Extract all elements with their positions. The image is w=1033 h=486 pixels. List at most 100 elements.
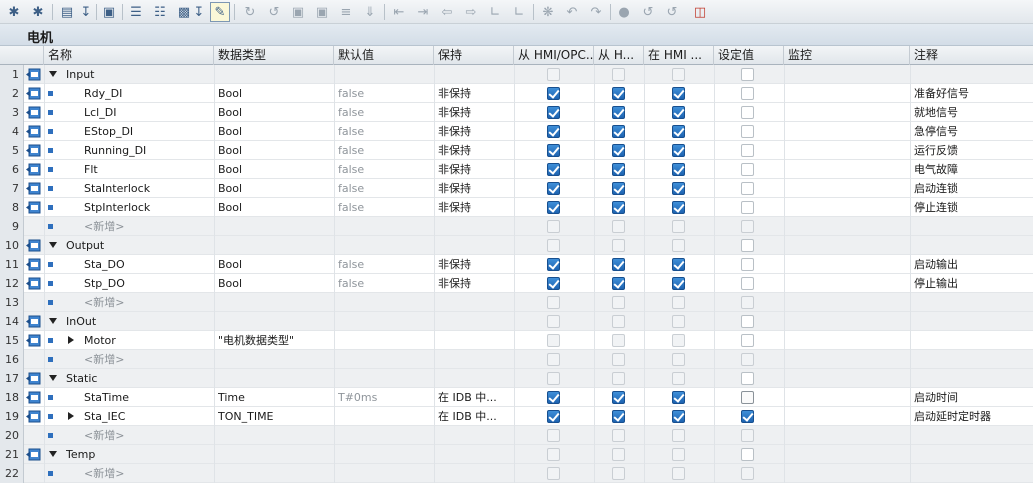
- visible-in-hmi-checkbox[interactable]: [672, 258, 685, 271]
- row-number[interactable]: 1: [0, 65, 24, 84]
- variable-comment[interactable]: 停止连锁: [914, 198, 1031, 217]
- variable-datatype[interactable]: [218, 369, 332, 388]
- variable-name[interactable]: Motor: [84, 331, 211, 350]
- writable-from-hmi-checkbox[interactable]: [612, 106, 625, 119]
- visible-in-hmi-checkbox[interactable]: [672, 391, 685, 404]
- variable-comment[interactable]: 就地信号: [914, 103, 1031, 122]
- setpoint-checkbox[interactable]: [741, 448, 754, 461]
- variable-retain[interactable]: 非保持: [438, 141, 512, 160]
- variable-retain[interactable]: [438, 312, 512, 331]
- row-number[interactable]: 12: [0, 274, 24, 293]
- table-row[interactable]: 13 <新增>: [0, 293, 1033, 312]
- setpoint-checkbox[interactable]: [741, 125, 754, 138]
- variable-retain[interactable]: [438, 65, 512, 84]
- setpoint-checkbox[interactable]: [741, 391, 754, 404]
- variable-name[interactable]: StaTime: [84, 388, 211, 407]
- variable-comment[interactable]: 电气故障: [914, 160, 1031, 179]
- header-name[interactable]: 名称: [44, 46, 214, 65]
- jump-icon[interactable]: ↺: [264, 2, 284, 22]
- variable-datatype[interactable]: "电机数据类型": [218, 331, 332, 350]
- row-number[interactable]: 13: [0, 293, 24, 312]
- variable-comment[interactable]: [914, 369, 1031, 388]
- writable-from-hmi-checkbox[interactable]: [612, 391, 625, 404]
- header-writable-hmi[interactable]: 从 H...: [594, 46, 644, 65]
- variable-datatype[interactable]: [218, 426, 332, 445]
- accessible-from-hmi-checkbox[interactable]: [547, 125, 560, 138]
- row-number[interactable]: 9: [0, 217, 24, 236]
- indent-right-icon[interactable]: ⇥: [413, 2, 433, 22]
- setpoint-checkbox[interactable]: [741, 410, 754, 423]
- compare-icon[interactable]: ↺: [638, 2, 658, 22]
- variable-retain[interactable]: 非保持: [438, 198, 512, 217]
- table-row[interactable]: 8 StpInterlock Bool false 非保持 停止连锁: [0, 198, 1033, 217]
- table-row[interactable]: 19 Sta_IEC TON_TIME 在 IDB 中... 启动延时定时器: [0, 407, 1033, 426]
- variable-default-value[interactable]: [338, 65, 432, 84]
- table-row[interactable]: 9 <新增>: [0, 217, 1033, 236]
- row-number[interactable]: 17: [0, 369, 24, 388]
- variable-retain[interactable]: [438, 369, 512, 388]
- variable-comment[interactable]: [914, 331, 1031, 350]
- variable-name[interactable]: Running_DI: [84, 141, 211, 160]
- variable-default-value[interactable]: false: [338, 179, 432, 198]
- db-icon[interactable]: ◫: [690, 2, 710, 22]
- variable-default-value[interactable]: false: [338, 122, 432, 141]
- table-row[interactable]: 4 EStop_DI Bool false 非保持 急停信号: [0, 122, 1033, 141]
- variable-datatype[interactable]: [218, 293, 332, 312]
- table-row[interactable]: 11 Sta_DO Bool false 非保持 启动输出: [0, 255, 1033, 274]
- variable-comment[interactable]: [914, 350, 1031, 369]
- table-row[interactable]: 18 StaTime Time T#0ms 在 IDB 中... 启动时间: [0, 388, 1033, 407]
- accessible-from-hmi-checkbox[interactable]: [547, 201, 560, 214]
- visible-in-hmi-checkbox[interactable]: [672, 277, 685, 290]
- outdent-icon[interactable]: ⇦: [437, 2, 457, 22]
- paste-icon[interactable]: ▣: [312, 2, 332, 22]
- setpoint-checkbox[interactable]: [741, 182, 754, 195]
- variable-default-value[interactable]: [338, 407, 432, 426]
- variable-retain[interactable]: [438, 293, 512, 312]
- setpoint-checkbox[interactable]: [741, 106, 754, 119]
- expand-icon[interactable]: ▤: [57, 2, 77, 22]
- writable-from-hmi-checkbox[interactable]: [612, 144, 625, 157]
- variable-default-value[interactable]: [338, 369, 432, 388]
- row-number[interactable]: 5: [0, 141, 24, 160]
- variable-datatype[interactable]: Bool: [218, 179, 332, 198]
- variable-default-value[interactable]: [338, 331, 432, 350]
- variable-default-value[interactable]: false: [338, 198, 432, 217]
- variable-datatype[interactable]: TON_TIME: [218, 407, 332, 426]
- accessible-from-hmi-checkbox[interactable]: [547, 87, 560, 100]
- variable-comment[interactable]: [914, 65, 1031, 84]
- variable-default-value[interactable]: T#0ms: [338, 388, 432, 407]
- table-row[interactable]: 21 Temp: [0, 445, 1033, 464]
- variable-datatype[interactable]: [218, 464, 332, 483]
- variable-datatype[interactable]: [218, 445, 332, 464]
- variable-name[interactable]: Sta_DO: [84, 255, 211, 274]
- row-number[interactable]: 14: [0, 312, 24, 331]
- setpoint-checkbox[interactable]: [741, 277, 754, 290]
- watch-icon[interactable]: ●: [614, 2, 634, 22]
- writable-from-hmi-checkbox[interactable]: [612, 258, 625, 271]
- variable-datatype[interactable]: Bool: [218, 84, 332, 103]
- header-visible-hmi[interactable]: 在 HMI ...: [644, 46, 714, 65]
- collapse-arrow-icon[interactable]: [49, 451, 57, 457]
- visible-in-hmi-checkbox[interactable]: [672, 125, 685, 138]
- sort-icon[interactable]: ⇨: [461, 2, 481, 22]
- variable-name[interactable]: StaInterlock: [84, 179, 211, 198]
- variable-datatype[interactable]: [218, 350, 332, 369]
- row-number[interactable]: 22: [0, 464, 24, 483]
- variable-name[interactable]: Input: [66, 65, 211, 84]
- header-accessible-hmi[interactable]: 从 HMI/OPC...: [514, 46, 594, 65]
- variable-name[interactable]: Rdy_DI: [84, 84, 211, 103]
- visible-in-hmi-checkbox[interactable]: [672, 106, 685, 119]
- row-number[interactable]: 2: [0, 84, 24, 103]
- row-number[interactable]: 18: [0, 388, 24, 407]
- variable-comment[interactable]: [914, 312, 1031, 331]
- list-icon[interactable]: ▣: [99, 2, 119, 22]
- variable-comment[interactable]: 启动输出: [914, 255, 1031, 274]
- variable-name[interactable]: Temp: [66, 445, 211, 464]
- variable-comment[interactable]: 急停信号: [914, 122, 1031, 141]
- writable-from-hmi-checkbox[interactable]: [612, 163, 625, 176]
- variable-datatype[interactable]: Bool: [218, 122, 332, 141]
- variable-retain[interactable]: 非保持: [438, 160, 512, 179]
- table-row[interactable]: 7 StaInterlock Bool false 非保持 启动连锁: [0, 179, 1033, 198]
- variable-comment[interactable]: 停止输出: [914, 274, 1031, 293]
- table-row[interactable]: 14 InOut: [0, 312, 1033, 331]
